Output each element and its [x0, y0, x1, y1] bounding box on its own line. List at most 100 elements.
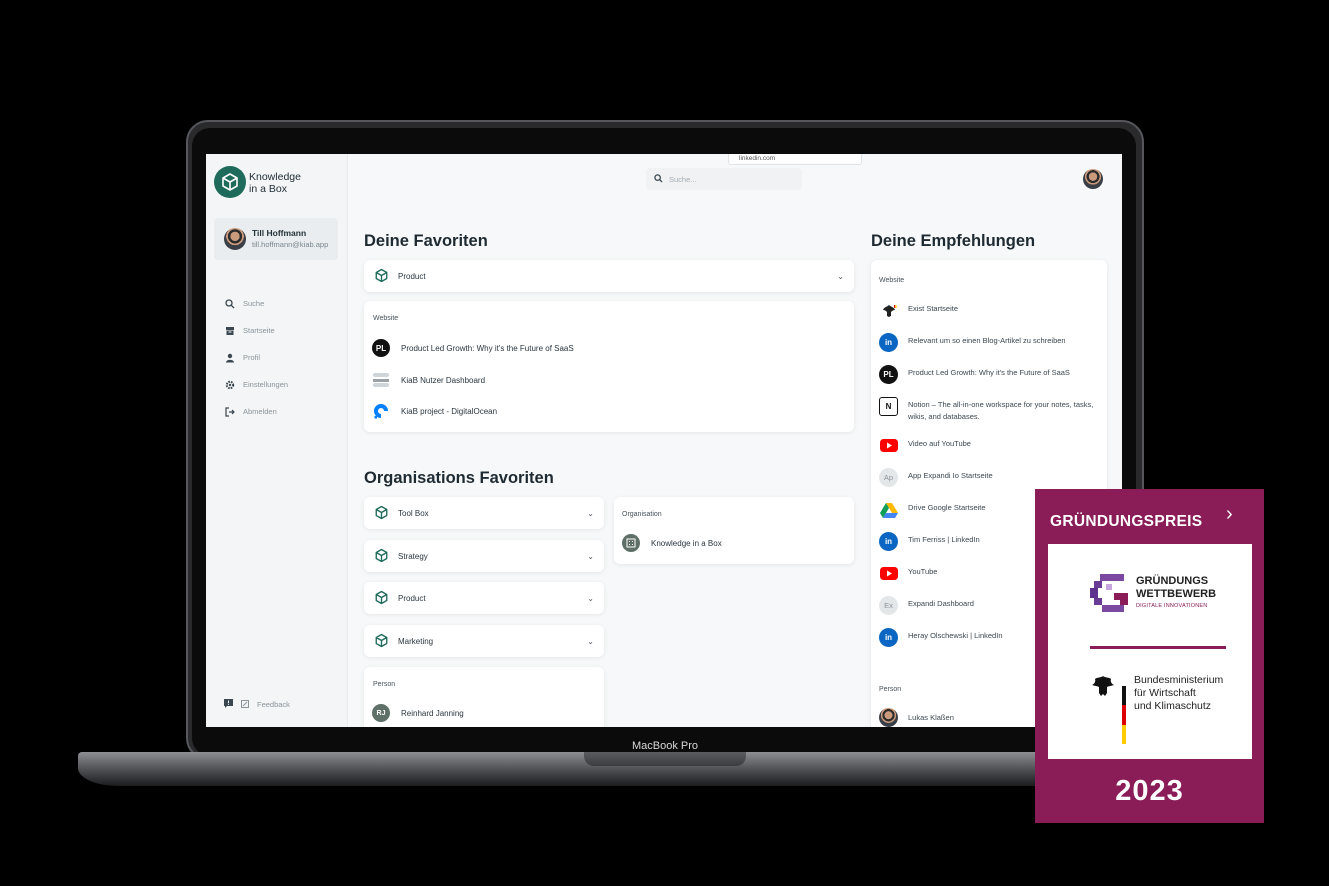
contest-name: GRÜNDUNGS WETTBEWERB [1136, 575, 1216, 601]
list-item[interactable]: PL Product Led Growth: Why it's the Futu… [879, 364, 1107, 396]
chevron-down-icon: ⌄ [837, 272, 844, 281]
list-item[interactable]: N Notion – The all-in-one workspace for … [879, 396, 1107, 435]
kiab-icon [372, 371, 390, 389]
sidebar-item-label: Abmelden [243, 407, 277, 416]
sidebar-item-einstellungen[interactable]: Einstellungen [224, 371, 288, 398]
list-item-label: Relevant um so einen Blog-Artikel zu sch… [908, 336, 1066, 345]
ministry-line2: für Wirtschaft [1134, 687, 1196, 699]
feedback-label: Feedback [257, 700, 290, 709]
favorites-list-card: Website PL Product Led Growth: Why it's … [364, 301, 854, 432]
logout-icon [224, 406, 236, 418]
pl-icon: PL [372, 339, 390, 357]
cube-icon [374, 268, 389, 285]
badge-title: GRÜNDUNGSPREIS [1050, 513, 1203, 530]
list-item[interactable]: KiaB Nutzer Dashboard [372, 371, 485, 389]
list-item[interactable]: in Relevant um so einen Blog-Artikel zu … [879, 332, 1107, 364]
ministry-line3: und Klimaschutz [1134, 700, 1212, 712]
list-item[interactable]: Video auf YouTube [879, 435, 1107, 467]
product-showcase: MacBook Pro Knowledge in a Box Till Hoff… [0, 0, 1329, 886]
search-suggestion[interactable]: linkedin.com [728, 154, 862, 165]
ap-icon: Ap [879, 468, 898, 487]
search-icon [224, 298, 236, 310]
cube-icon [374, 590, 389, 607]
group-label: Organisation [622, 511, 662, 518]
contest-name-line2: WETTBEWERB [1136, 588, 1217, 600]
sidebar: Knowledge in a Box Till Hoffmann till.ho… [206, 154, 348, 727]
sidebar-item-label: Einstellungen [243, 380, 289, 389]
user-email: till.hoffmann@kiab.app [252, 240, 329, 249]
cube-icon [374, 633, 389, 650]
sidebar-item-abmelden[interactable]: Abmelden [224, 398, 288, 425]
brand-name-line1: Knowledge [249, 171, 301, 183]
chevron-down-icon: ⌄ [587, 637, 594, 646]
badge-panel: GRÜNDUNGS WETTBEWERB DIGITALE INNOVATION… [1048, 544, 1252, 759]
edit-icon [241, 699, 249, 710]
sidebar-item-label: Startseite [243, 326, 275, 335]
youtube-icon [879, 436, 898, 455]
sidebar-item-startseite[interactable]: Startseite [224, 317, 288, 344]
list-item[interactable]: KiaB project - DigitalOcean [372, 402, 497, 420]
list-item-label: Product Led Growth: Why it's the Future … [908, 368, 1070, 377]
eagle-icon [879, 301, 898, 320]
linkedin-icon: in [879, 333, 898, 352]
contest-name-line1: GRÜNDUNGS [1136, 575, 1209, 587]
federal-eagle-icon [1091, 674, 1115, 703]
collection-label: Product [398, 593, 426, 603]
chevron-down-icon: ⌄ [587, 552, 594, 561]
list-item-label: Video auf YouTube [908, 439, 971, 448]
contest-subtitle: DIGITALE INNOVATIONEN [1136, 603, 1208, 609]
brand-name[interactable]: Knowledge in a Box [249, 171, 329, 195]
user-name: Till Hoffmann [252, 228, 307, 238]
org-collection-tool-box[interactable]: Tool Box ⌄ [364, 497, 604, 529]
person-icon [224, 352, 236, 364]
feedback-icon [224, 699, 233, 710]
list-item[interactable]: Knowledge in a Box [622, 534, 722, 552]
chevron-down-icon: ⌄ [587, 509, 594, 518]
cube-icon [374, 505, 389, 522]
list-item-label: KiaB Nutzer Dashboard [401, 375, 486, 385]
list-item-label: YouTube [908, 567, 938, 576]
list-item-label: Drive Google Startseite [908, 503, 986, 512]
org-person-card: Person RJ Reinhard Janning [364, 667, 604, 727]
sidebar-item-profil[interactable]: Profil [224, 344, 288, 371]
organisation-icon [622, 534, 640, 552]
search-input[interactable]: Suche... [646, 168, 802, 190]
chevron-down-icon: ⌄ [587, 594, 594, 603]
group-label: Website [879, 277, 905, 284]
laptop-notch [584, 752, 746, 766]
favorites-title: Deine Favoriten [364, 232, 488, 250]
person-avatar [879, 708, 898, 727]
favorites-collection-select[interactable]: Product ⌄ [364, 260, 854, 292]
linkedin-icon: in [879, 628, 898, 647]
person-avatar: RJ [372, 704, 390, 722]
list-item[interactable]: Exist Startseite [879, 300, 1107, 332]
ministry-name: Bundesministerium für Wirtschaft und Kli… [1134, 674, 1223, 713]
org-collection-marketing[interactable]: Marketing ⌄ [364, 625, 604, 657]
sidebar-item-label: Profil [243, 353, 261, 362]
org-collection-strategy[interactable]: Strategy ⌄ [364, 540, 604, 572]
list-item[interactable]: Lukas Klaßen [879, 708, 954, 727]
feedback-link[interactable]: Feedback [224, 699, 298, 710]
profile-avatar[interactable] [1083, 169, 1103, 189]
digitalocean-icon [372, 402, 390, 420]
brand-logo-icon[interactable] [214, 166, 246, 198]
org-favorites-title: Organisations Favoriten [364, 469, 554, 487]
list-item-label: Product Led Growth: Why it's the Future … [401, 343, 574, 353]
app-screen: Knowledge in a Box Till Hoffmann till.ho… [206, 154, 1122, 727]
sidebar-item-suche[interactable]: Suche [224, 290, 288, 317]
search-placeholder: Suche... [669, 174, 697, 184]
linkedin-icon: in [879, 532, 898, 551]
list-item-label: Reinhard Janning [401, 708, 464, 718]
collection-label: Strategy [398, 551, 428, 561]
list-item-label: Knowledge in a Box [651, 538, 722, 548]
org-collection-product[interactable]: Product ⌄ [364, 582, 604, 614]
list-item-label: KiaB project - DigitalOcean [401, 406, 498, 416]
user-avatar [224, 228, 246, 250]
search-icon [654, 173, 663, 185]
user-card[interactable]: Till Hoffmann till.hoffmann@kiab.app [214, 218, 338, 260]
list-item[interactable]: RJ Reinhard Janning [372, 704, 464, 722]
cube-icon [374, 548, 389, 565]
list-item[interactable]: PL Product Led Growth: Why it's the Futu… [372, 339, 574, 357]
device-label: MacBook Pro [631, 740, 699, 752]
org-organisation-card: Organisation Knowledge in a Box [614, 497, 854, 564]
